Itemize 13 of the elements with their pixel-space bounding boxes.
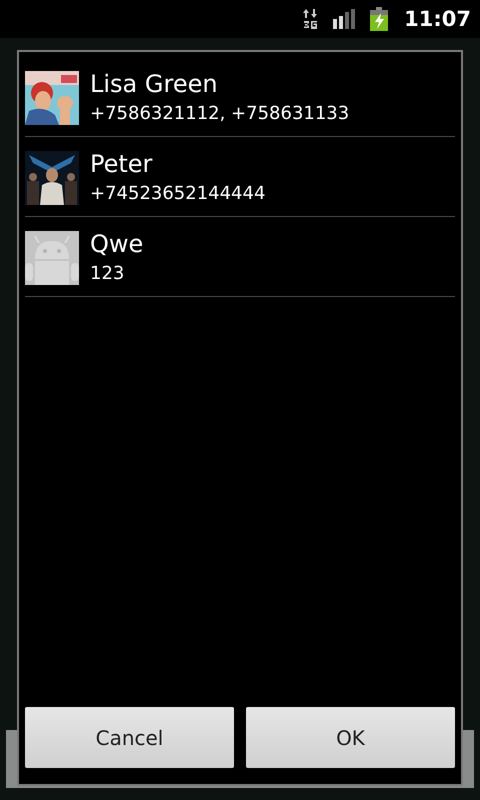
cancel-button[interactable]: Cancel bbox=[25, 707, 234, 768]
contact-phone: 123 bbox=[90, 262, 126, 286]
network-3g-icon bbox=[303, 8, 320, 30]
ok-button[interactable]: OK bbox=[246, 707, 455, 768]
android-avatar-icon bbox=[25, 230, 79, 284]
signal-icon bbox=[333, 9, 356, 29]
clock-time: 11:07 bbox=[404, 7, 471, 31]
battery-charging-icon bbox=[370, 7, 388, 31]
contact-phone: +7586321112, +758631133 bbox=[90, 102, 350, 126]
contact-phone: +74523652144444 bbox=[90, 182, 266, 206]
contact-name: Peter bbox=[90, 150, 154, 178]
contact-name: Qwe bbox=[90, 230, 144, 258]
contact-name: Lisa Green bbox=[90, 70, 219, 98]
